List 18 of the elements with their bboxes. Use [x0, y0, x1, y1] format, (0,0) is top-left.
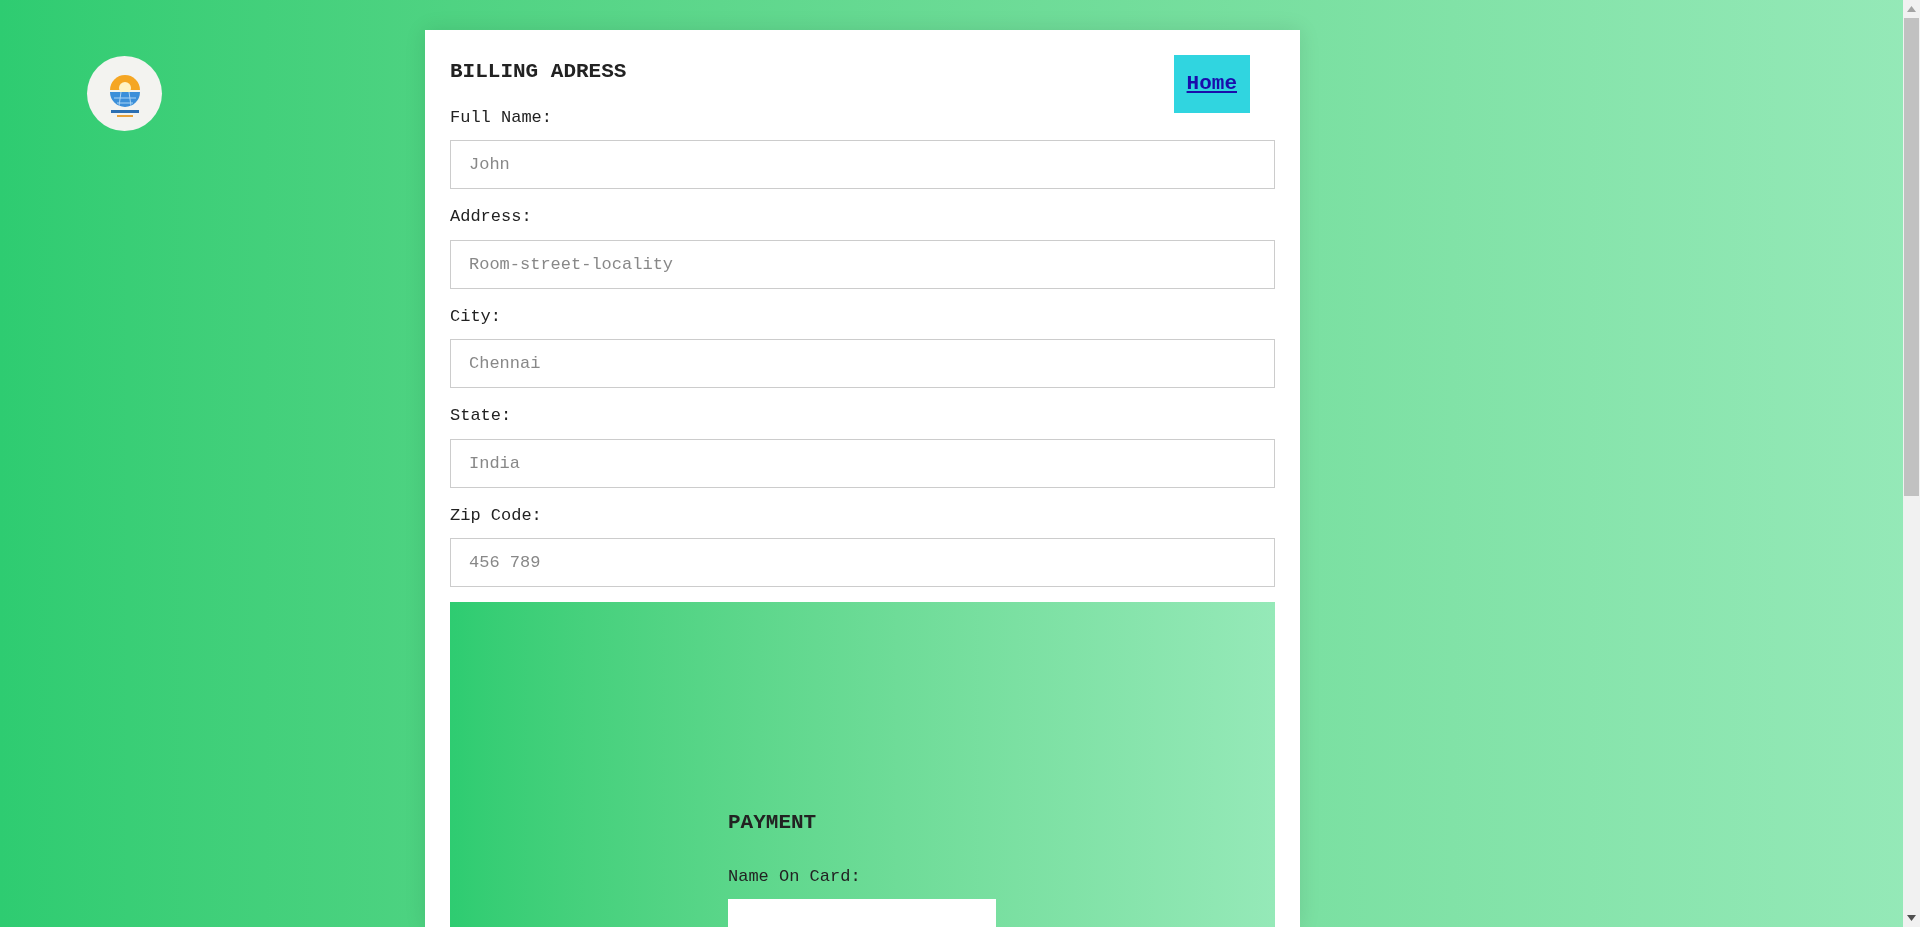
scroll-down-icon[interactable] — [1907, 915, 1916, 921]
field-label: State: — [450, 405, 513, 427]
input-field[interactable]: India — [450, 438, 1275, 488]
input-field[interactable]: Chennai — [450, 339, 1275, 388]
field-label: Name On Card: — [728, 865, 862, 888]
scroll-up-icon[interactable] — [1907, 6, 1916, 12]
scrollbar[interactable] — [1903, 0, 1920, 927]
section-title: PAYMENT — [728, 810, 818, 836]
input-field[interactable]: 456 789 — [450, 538, 1275, 587]
field-label: Zip Code: — [450, 504, 543, 527]
section-title: BILLING ADRESS — [450, 59, 627, 85]
field-label: City: — [450, 305, 502, 328]
home-link[interactable]: Home — [1173, 55, 1250, 113]
field-label: Address: — [450, 206, 533, 228]
input-field[interactable]: Room-street-locality — [450, 239, 1275, 289]
input-field[interactable]: John — [450, 140, 1275, 189]
scrollbar-thumb[interactable] — [1904, 18, 1919, 496]
field-label: Full Name: — [450, 106, 554, 129]
